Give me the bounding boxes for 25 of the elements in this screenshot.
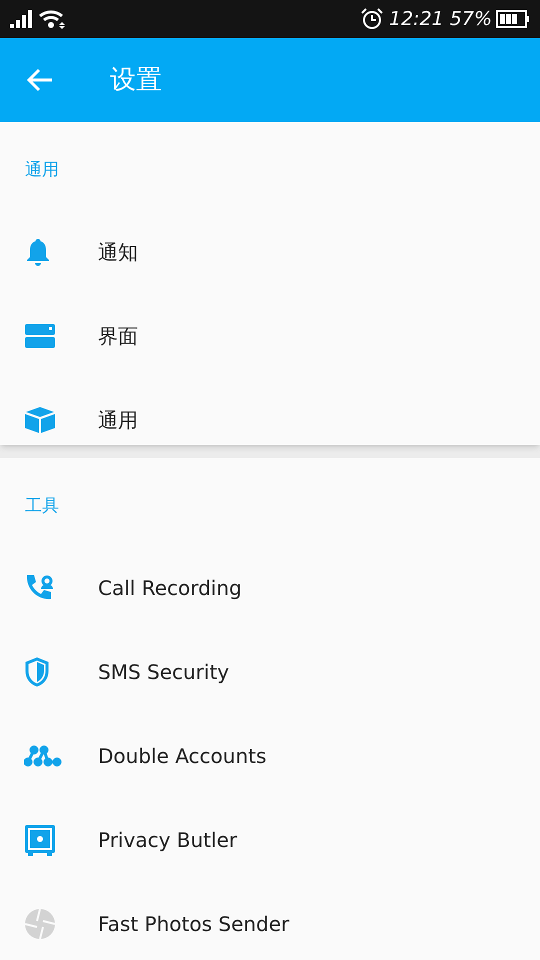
alarm-icon (361, 8, 383, 30)
settings-item[interactable]: SMS Security (0, 630, 540, 714)
settings-item[interactable]: 通知 (0, 210, 540, 294)
battery-percent: 57% (450, 6, 492, 32)
safe-icon (24, 824, 56, 856)
settings-item[interactable]: Call Recording (0, 546, 540, 630)
wifi-icon (38, 8, 68, 30)
panels-icon (24, 323, 56, 349)
cube-icon (24, 406, 56, 434)
back-arrow-icon (26, 68, 54, 92)
settings-item[interactable]: Fast Photos Sender (0, 882, 540, 960)
screen-title: 设置 (110, 64, 162, 96)
settings-item[interactable]: Double Accounts (0, 714, 540, 798)
settings-item[interactable]: Privacy Butler (0, 798, 540, 882)
section-header: 工具 (25, 496, 59, 516)
aperture-icon (24, 908, 56, 940)
status-time: 12:21 (389, 6, 444, 32)
nodes-icon (24, 745, 62, 767)
bell-icon (24, 237, 52, 267)
shield-icon (24, 657, 50, 687)
section-header: 通用 (25, 160, 59, 180)
settings-item[interactable]: 通用 (0, 378, 540, 462)
battery-icon (496, 10, 530, 28)
settings-item[interactable]: 界面 (0, 294, 540, 378)
signal-icon (10, 9, 34, 29)
